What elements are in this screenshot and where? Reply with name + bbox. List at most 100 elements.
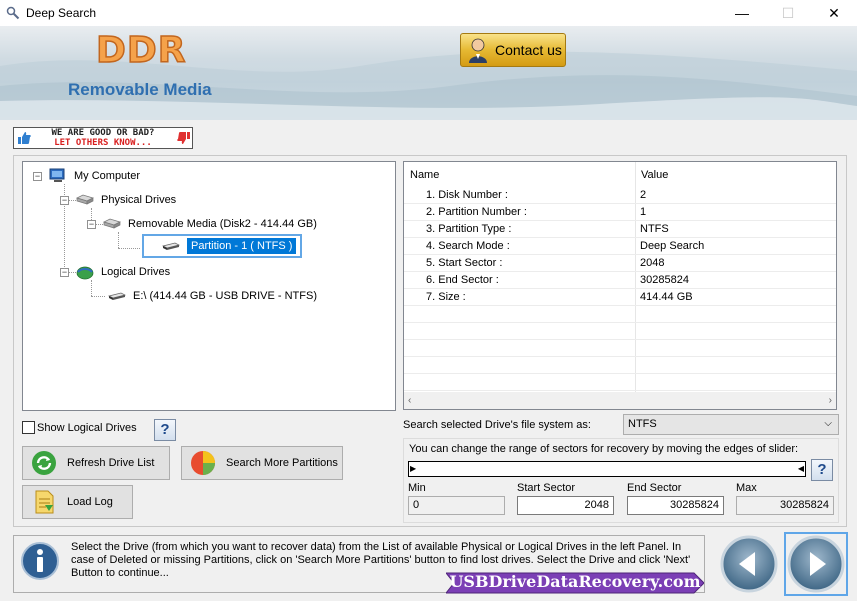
tree-node-removable-media[interactable]: − Removable Media (Disk2 - 414.44 GB): [87, 216, 317, 232]
website-badge: USBDriveDataRecovery.com: [446, 569, 704, 597]
drive-properties-grid[interactable]: Name Value 1. Disk Number : 2 2. Partiti…: [403, 161, 837, 410]
table-row: [404, 323, 836, 340]
person-icon: [469, 38, 487, 63]
table-row[interactable]: 2. Partition Number : 1: [404, 204, 836, 221]
load-log-button[interactable]: Load Log: [22, 485, 133, 519]
table-row[interactable]: 4. Search Mode : Deep Search: [404, 238, 836, 255]
refresh-drive-list-button[interactable]: Refresh Drive List: [22, 446, 170, 480]
globe-drive-icon: [76, 266, 94, 280]
sector-range-slider[interactable]: ▶ ◀: [408, 461, 806, 477]
table-row[interactable]: 5. Start Sector : 2048: [404, 255, 836, 272]
end-sector-label: End Sector: [627, 482, 682, 494]
window-title: Deep Search: [26, 6, 97, 20]
tree-label-physical-drives: Physical Drives: [101, 194, 177, 206]
tree-node-logical-drives[interactable]: − Logical Drives: [60, 264, 170, 280]
range-description: You can change the range of sectors for …: [409, 443, 799, 455]
collapse-icon[interactable]: −: [87, 219, 96, 229]
title-bar: Deep Search — ☐ ✕: [0, 0, 857, 26]
checkbox-box[interactable]: [22, 421, 35, 434]
scroll-left-icon[interactable]: ‹: [408, 395, 411, 406]
usb-drive-icon: [107, 292, 127, 300]
property-value: NTFS: [640, 223, 669, 235]
property-value: Deep Search: [640, 240, 705, 252]
range-help-button[interactable]: ?: [811, 459, 833, 481]
brand-logo: DDR: [95, 29, 187, 72]
hard-drive-icon: [76, 194, 94, 205]
product-subtitle: Removable Media: [68, 80, 212, 99]
property-name: 3. Partition Type :: [426, 223, 512, 235]
table-row[interactable]: 7. Size : 414.44 GB: [404, 289, 836, 306]
tree-node-drive-e[interactable]: E:\ (414.44 GB - USB DRIVE - NTFS): [107, 288, 317, 304]
pie-chart-icon: [191, 451, 215, 475]
help-button[interactable]: ?: [154, 419, 176, 441]
feedback-line1: WE ARE GOOD OR BAD?: [51, 128, 155, 138]
property-value: 30285824: [640, 274, 689, 286]
collapse-icon[interactable]: −: [33, 171, 42, 181]
app-icon: [6, 6, 20, 20]
max-sector-field: 30285824: [736, 496, 834, 515]
property-name: 2. Partition Number :: [426, 206, 527, 218]
show-logical-drives-checkbox[interactable]: Show Logical Drives: [22, 421, 137, 434]
header-banner: DDR Removable Media Contact us: [0, 26, 857, 120]
thumbs-up-icon: [18, 132, 31, 144]
property-value: 2048: [640, 257, 665, 269]
table-row: [404, 357, 836, 374]
thumbs-down-icon: [177, 132, 190, 144]
column-header-value[interactable]: Value: [635, 162, 674, 187]
property-name: 1. Disk Number :: [426, 189, 508, 201]
scroll-right-icon[interactable]: ›: [829, 395, 832, 406]
refresh-icon: [32, 451, 56, 475]
property-name: 4. Search Mode :: [426, 240, 510, 252]
tree-label-partition-1: Partition - 1 ( NTFS ): [187, 238, 297, 254]
load-log-label: Load Log: [67, 496, 113, 508]
search-more-partitions-button[interactable]: Search More Partitions: [181, 446, 343, 480]
contact-us-button[interactable]: Contact us: [460, 33, 566, 67]
tree-node-my-computer[interactable]: − My Computer: [33, 168, 140, 184]
horizontal-scrollbar[interactable]: ‹ ›: [404, 392, 836, 409]
table-row: [404, 374, 836, 391]
contact-us-label: Contact us: [495, 42, 562, 58]
property-name: 7. Size :: [426, 291, 466, 303]
hard-drive-icon: [103, 218, 121, 229]
close-button[interactable]: ✕: [811, 0, 857, 26]
drive-tree[interactable]: − My Computer − Physical Drives − Remova…: [22, 161, 396, 411]
start-sector-label: Start Sector: [517, 482, 576, 494]
table-row[interactable]: 1. Disk Number : 2: [404, 187, 836, 204]
tree-label-removable-media: Removable Media (Disk2 - 414.44 GB): [128, 218, 317, 230]
search-more-partitions-label: Search More Partitions: [226, 457, 338, 469]
refresh-drive-list-label: Refresh Drive List: [67, 457, 155, 469]
table-row: [404, 306, 836, 323]
tree-node-partition-1[interactable]: Partition - 1 ( NTFS ): [141, 234, 303, 258]
feedback-line2: LET OTHERS KNOW...: [54, 138, 152, 148]
next-button[interactable]: [784, 532, 848, 596]
feedback-badge[interactable]: WE ARE GOOD OR BAD? LET OTHERS KNOW...: [13, 127, 193, 149]
tree-node-physical-drives[interactable]: − Physical Drives: [60, 192, 176, 208]
grid-header: Name Value: [404, 162, 836, 187]
tree-label-drive-e: E:\ (414.44 GB - USB DRIVE - NTFS): [133, 290, 317, 302]
website-text: USBDriveDataRecovery.com: [449, 572, 701, 591]
property-name: 5. Start Sector :: [426, 257, 503, 269]
property-value: 2: [640, 189, 647, 201]
tree-label-logical-drives: Logical Drives: [101, 266, 171, 278]
min-sector-field: 0: [408, 496, 505, 515]
chevron-down-icon: ⌵: [824, 418, 832, 429]
minimize-button[interactable]: —: [719, 0, 765, 26]
table-row[interactable]: 6. End Sector : 30285824: [404, 272, 836, 289]
slider-left-handle[interactable]: ▶: [410, 464, 416, 473]
slider-right-handle[interactable]: ◀: [798, 464, 804, 473]
collapse-icon[interactable]: −: [60, 267, 69, 277]
collapse-icon[interactable]: −: [60, 195, 69, 205]
property-value: 1: [640, 206, 647, 218]
max-label: Max: [736, 482, 757, 494]
table-row[interactable]: 3. Partition Type : NTFS: [404, 221, 836, 238]
maximize-button[interactable]: ☐: [765, 0, 811, 26]
file-system-value: NTFS: [628, 418, 657, 430]
end-sector-field[interactable]: 30285824: [627, 496, 724, 515]
column-header-name[interactable]: Name: [404, 162, 635, 187]
file-system-select[interactable]: NTFS ⌵: [623, 414, 839, 435]
start-sector-field[interactable]: 2048: [517, 496, 614, 515]
back-button[interactable]: [719, 534, 779, 594]
property-value: 414.44 GB: [640, 291, 693, 303]
document-icon: [35, 490, 54, 514]
table-row: [404, 340, 836, 357]
